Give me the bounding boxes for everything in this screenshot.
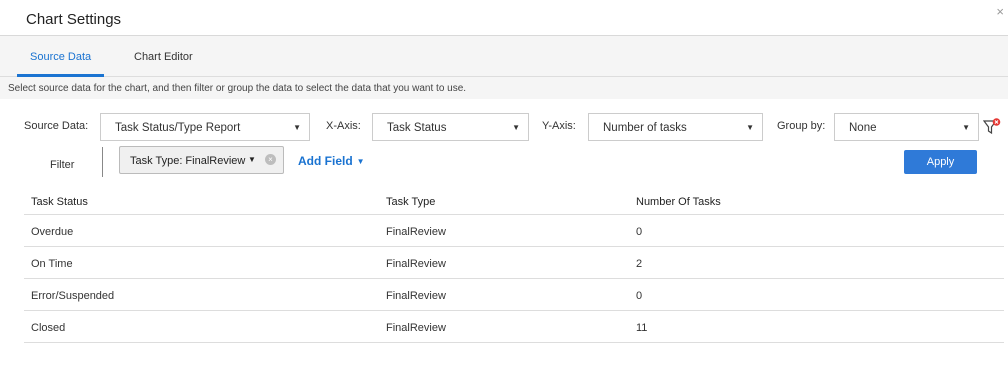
cell-number-of-tasks: 0: [636, 226, 643, 238]
filter-funnel-icon[interactable]: [983, 118, 1001, 136]
x-axis-label: X-Axis:: [326, 120, 361, 132]
table-row: Closed FinalReview 11: [24, 311, 1004, 343]
dialog-title: Chart Settings: [26, 11, 122, 28]
cell-number-of-tasks: 0: [636, 290, 643, 302]
description-bar: Select source data for the chart, and th…: [0, 77, 1008, 99]
add-field-button[interactable]: Add Field ▼: [298, 154, 365, 168]
source-data-select[interactable]: Task Status/Type Report ▼: [100, 113, 310, 141]
cell-task-status: Closed: [31, 322, 66, 334]
tab-source-data[interactable]: Source Data: [30, 51, 91, 63]
chevron-down-icon: ▼: [512, 123, 520, 132]
table-header: Task Status Task Type Number Of Tasks: [24, 187, 1004, 215]
column-header-task-type[interactable]: Task Type: [386, 196, 435, 208]
cell-task-status: On Time: [31, 258, 73, 270]
chevron-down-icon: ▼: [962, 123, 970, 132]
cell-number-of-tasks: 11: [636, 322, 648, 334]
dialog-title-bar: Chart Settings ×: [0, 0, 1008, 36]
group-by-label: Group by:: [777, 120, 826, 132]
source-data-value: Task Status/Type Report: [115, 122, 241, 134]
cell-task-status: Overdue: [31, 226, 74, 238]
y-axis-label: Y-Axis:: [542, 120, 576, 132]
description-text: Select source data for the chart, and th…: [8, 83, 467, 94]
tab-chart-editor[interactable]: Chart Editor: [134, 51, 193, 63]
column-header-task-status[interactable]: Task Status: [31, 196, 88, 208]
clear-icon[interactable]: ×: [265, 154, 276, 165]
source-data-label: Source Data:: [24, 120, 89, 132]
cell-task-type: FinalReview: [386, 322, 446, 334]
x-axis-value: Task Status: [387, 122, 447, 134]
filter-chip-value: Task Type: FinalReview: [130, 155, 246, 167]
close-icon[interactable]: ×: [996, 4, 1004, 19]
chevron-down-icon: ▼: [746, 123, 754, 132]
cell-task-status: Error/Suspended: [31, 290, 115, 302]
cell-task-type: FinalReview: [386, 290, 446, 302]
table-row: Error/Suspended FinalReview 0: [24, 279, 1004, 311]
tab-bar: Source Data Chart Editor: [0, 36, 1008, 76]
filter-label: Filter: [50, 159, 75, 171]
cell-task-type: FinalReview: [386, 226, 446, 238]
apply-button[interactable]: Apply: [904, 150, 977, 174]
chevron-down-icon: ▼: [356, 157, 365, 166]
chevron-down-icon[interactable]: ▼: [248, 155, 256, 164]
add-field-label: Add Field: [298, 154, 353, 168]
y-axis-select[interactable]: Number of tasks ▼: [588, 113, 763, 141]
filter-chip[interactable]: Task Type: FinalReview ▼ ×: [119, 146, 284, 174]
chevron-down-icon: ▼: [293, 123, 301, 132]
group-by-value: None: [849, 122, 877, 134]
group-by-select[interactable]: None ▼: [834, 113, 979, 141]
table-row: On Time FinalReview 2: [24, 247, 1004, 279]
filter-divider: [102, 147, 103, 177]
cell-number-of-tasks: 2: [636, 258, 643, 270]
cell-task-type: FinalReview: [386, 258, 446, 270]
column-header-number-of-tasks[interactable]: Number Of Tasks: [636, 196, 721, 208]
x-axis-select[interactable]: Task Status ▼: [372, 113, 529, 141]
table-row: Overdue FinalReview 0: [24, 215, 1004, 247]
y-axis-value: Number of tasks: [603, 122, 687, 134]
